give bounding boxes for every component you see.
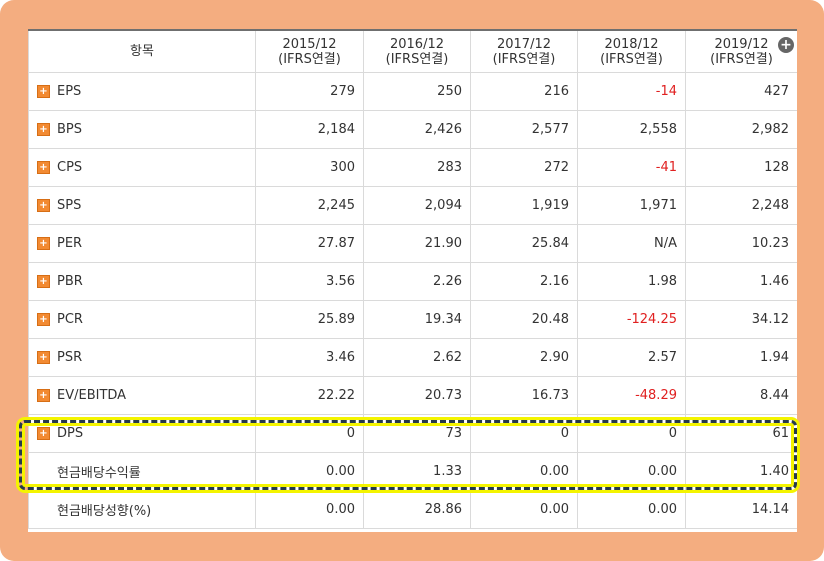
plus-icon[interactable]: + [37,237,50,250]
table-row: + EV/EBITDA 22.22 20.73 16.73 -48.29 8.44 [28,376,797,415]
column-header-2019: 2019/12 (IFRS연결) + [685,29,797,73]
value-cell: 0.00 [577,490,686,529]
value-cell: 27.87 [255,224,364,263]
table-header-row: 항목 2015/12 (IFRS연결) 2016/12 (IFRS연결) 201… [28,29,797,73]
column-header-2016: 2016/12 (IFRS연결) [363,29,471,73]
value-cell: 28.86 [363,490,471,529]
value-cell: 2.57 [577,338,686,377]
value-cell: -124.25 [577,300,686,339]
row-label: EPS [57,84,82,99]
value-cell: 21.90 [363,224,471,263]
plus-icon[interactable]: + [37,123,50,136]
value-cell: 1,971 [577,186,686,225]
value-cell: 2,426 [363,110,471,149]
row-label-cell: + EV/EBITDA [28,376,256,415]
table-row: + PCR 25.89 19.34 20.48 -124.25 34.12 [28,300,797,339]
value-cell: 2.16 [470,262,578,301]
add-circle-icon[interactable]: + [778,37,794,53]
column-header-2018: 2018/12 (IFRS연결) [577,29,686,73]
table-row: + BPS 2,184 2,426 2,577 2,558 2,982 [28,110,797,149]
value-cell: 216 [470,72,578,111]
value-cell: 19.34 [363,300,471,339]
row-label: CPS [57,160,83,175]
plus-icon[interactable]: + [37,85,50,98]
value-cell: 14.14 [685,490,797,529]
value-cell: 10.23 [685,224,797,263]
row-label-cell: + CPS [28,148,256,187]
value-cell: 250 [363,72,471,111]
value-cell: 20.48 [470,300,578,339]
row-label: SPS [57,198,82,213]
column-header-2017: 2017/12 (IFRS연결) [470,29,578,73]
column-header-item: 항목 [28,29,256,73]
value-cell: 2,982 [685,110,797,149]
table-row: + PER 27.87 21.90 25.84 N/A 10.23 [28,224,797,263]
value-cell: 2,248 [685,186,797,225]
value-cell: 272 [470,148,578,187]
row-label-cell: + PBR [28,262,256,301]
value-cell: -48.29 [577,376,686,415]
plus-icon[interactable]: + [37,389,50,402]
value-cell: 2,094 [363,186,471,225]
column-header-2015: 2015/12 (IFRS연결) [255,29,364,73]
value-cell: 2,558 [577,110,686,149]
value-cell: 3.46 [255,338,364,377]
value-cell: 1.46 [685,262,797,301]
row-label-cell: + PSR [28,338,256,377]
value-cell: 2,245 [255,186,364,225]
value-cell: 8.44 [685,376,797,415]
value-cell: 0.00 [470,490,578,529]
row-label: BPS [57,122,83,137]
row-label: 현금배당성향(%) [57,504,152,519]
row-label-cell: + BPS [28,110,256,149]
row-label: PER [57,236,83,251]
table-row: + PSR 3.46 2.62 2.90 2.57 1.94 [28,338,797,377]
table-row: + PBR 3.56 2.26 2.16 1.98 1.46 [28,262,797,301]
row-label-cell: 현금배당성향(%) [28,490,256,529]
value-cell: 1.98 [577,262,686,301]
value-cell: 300 [255,148,364,187]
row-label: EV/EBITDA [57,388,127,403]
table-row: + SPS 2,245 2,094 1,919 1,971 2,248 [28,186,797,225]
value-cell: 25.84 [470,224,578,263]
value-cell: 1,919 [470,186,578,225]
value-cell: 22.22 [255,376,364,415]
value-cell: 2,184 [255,110,364,149]
row-label: PBR [57,274,83,289]
plus-icon[interactable]: + [37,351,50,364]
value-cell: 34.12 [685,300,797,339]
value-cell: -14 [577,72,686,111]
plus-icon[interactable]: + [37,161,50,174]
row-label: PCR [57,312,83,327]
table-row: + EPS 279 250 216 -14 427 [28,72,797,111]
value-cell: 3.56 [255,262,364,301]
table-row: 현금배당성향(%) 0.00 28.86 0.00 0.00 14.14 [28,490,797,529]
value-cell: 427 [685,72,797,111]
row-label-cell: + PCR [28,300,256,339]
value-cell: 16.73 [470,376,578,415]
value-cell: 283 [363,148,471,187]
row-label-cell: + PER [28,224,256,263]
plus-icon[interactable]: + [37,275,50,288]
value-cell: 128 [685,148,797,187]
value-cell: 2.90 [470,338,578,377]
value-cell: 1.94 [685,338,797,377]
dividend-rows-highlight [19,420,797,490]
value-cell: 0.00 [255,490,364,529]
value-cell: 2,577 [470,110,578,149]
value-cell: 2.62 [363,338,471,377]
row-label-cell: + EPS [28,72,256,111]
table-row: + CPS 300 283 272 -41 128 [28,148,797,187]
value-cell: 25.89 [255,300,364,339]
plus-icon[interactable]: + [37,199,50,212]
value-cell: 20.73 [363,376,471,415]
row-label-cell: + SPS [28,186,256,225]
value-cell: N/A [577,224,686,263]
row-label: PSR [57,350,83,365]
value-cell: 279 [255,72,364,111]
value-cell: -41 [577,148,686,187]
value-cell: 2.26 [363,262,471,301]
plus-icon[interactable]: + [37,313,50,326]
